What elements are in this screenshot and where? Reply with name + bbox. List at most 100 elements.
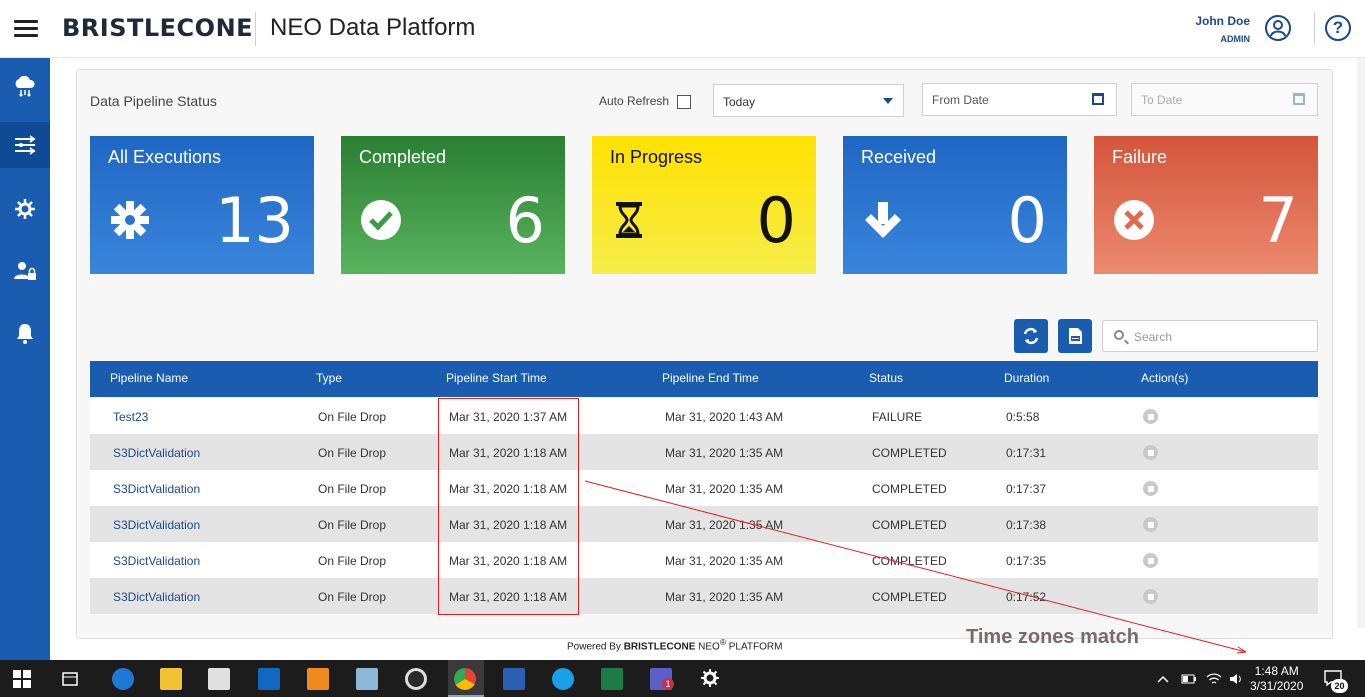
excel-icon[interactable] [601,668,623,690]
pipeline-duration: 0:17:52 [1006,590,1047,604]
stop-icon[interactable] [1143,481,1158,496]
sidebar-item-users[interactable] [0,248,50,294]
column-header[interactable]: Duration [1004,371,1049,385]
refresh-icon [1023,327,1039,345]
user-info[interactable]: John Doe ADMIN [1195,14,1250,44]
stop-icon[interactable] [1143,517,1158,532]
store-icon[interactable] [208,668,230,690]
user-avatar-icon[interactable] [1265,15,1291,41]
user-role: ADMIN [1220,34,1251,44]
calendar-icon[interactable] [1092,93,1104,105]
sidebar-item-configuration[interactable] [0,186,50,232]
export-button[interactable] [1058,319,1092,353]
page-scrollbar[interactable] [1357,58,1365,628]
settings-gear-icon[interactable] [700,668,720,688]
volume-icon[interactable] [1228,672,1244,686]
column-header[interactable]: Pipeline Name [110,371,188,385]
auto-refresh-label: Auto Refresh [599,94,670,108]
pipeline-name-link[interactable]: Test23 [113,410,148,424]
top-bar: BRISTLECONE NEO Data Platform John Doe A… [0,0,1365,58]
skype-icon[interactable] [552,668,574,690]
notification-count-badge: 20 [1331,679,1348,693]
column-header[interactable]: Pipeline Start Time [446,371,547,385]
table-row: S3DictValidation On File Drop Mar 31, 20… [90,506,1318,542]
search-placeholder: Search [1134,330,1173,344]
auto-refresh-checkbox[interactable] [677,95,691,109]
card-all-executions[interactable]: All Executions 13 [90,136,314,274]
chevron-up-icon[interactable] [1157,674,1169,684]
cloud-data-icon [15,75,35,97]
search-input[interactable]: Search [1102,320,1318,352]
column-header: Action(s) [1141,371,1189,385]
export-file-icon [1069,328,1082,344]
card-failure[interactable]: Failure 7 [1094,136,1318,274]
pipeline-name-link[interactable]: S3DictValidation [113,518,200,532]
pipeline-name-link[interactable]: S3DictValidation [113,590,200,604]
settings-sync-icon [15,199,35,219]
registered-mark: ® [719,637,726,647]
from-date-field[interactable]: From Date [922,83,1117,116]
pipeline-type: On File Drop [318,410,387,424]
column-header[interactable]: Status [869,371,903,385]
teams-icon[interactable]: 1 [650,668,674,690]
powered-brand: BRISTLECONE [623,641,696,653]
divider [1314,12,1315,44]
arrow-down-icon [865,202,901,238]
column-header[interactable]: Pipeline End Time [662,371,759,385]
pipeline-status: COMPLETED [872,590,947,604]
card-title: Completed [359,147,447,167]
hamburger-menu-icon[interactable] [14,20,38,38]
teams-badge: 1 [662,678,674,690]
stop-icon[interactable] [1143,445,1158,460]
battery-icon[interactable] [1181,674,1197,684]
card-count: 13 [215,184,294,257]
stop-icon[interactable] [1143,553,1158,568]
powered-prefix: Powered By [567,641,621,653]
chrome-icon[interactable] [454,668,476,690]
pipeline-end-time: Mar 31, 2020 1:35 AM [665,518,784,532]
sidebar-item-notifications[interactable] [0,310,50,356]
card-count: 7 [1258,184,1298,257]
card-title: Received [861,147,937,167]
card-completed[interactable]: Completed 6 [341,136,565,274]
column-header[interactable]: Type [316,371,342,385]
pipeline-name-link[interactable]: S3DictValidation [113,554,200,568]
app-icon[interactable] [307,668,329,690]
table-header: Pipeline Name Type Pipeline Start Time P… [90,361,1318,397]
edge-browser-icon[interactable] [112,668,134,690]
system-clock[interactable]: 1:48 AM 3/31/2020 [1250,664,1303,694]
word-icon[interactable] [503,668,525,690]
clock-date: 3/31/2020 [1250,679,1304,693]
table-row: S3DictValidation On File Drop Mar 31, 20… [90,434,1318,470]
stop-icon[interactable] [1143,409,1158,424]
sidebar-item-data[interactable] [0,62,50,108]
table-row: Test23 On File Drop Mar 31, 2020 1:37 AM… [90,398,1318,434]
card-title: Failure [1112,147,1168,167]
pipeline-duration: 0:17:31 [1006,446,1047,460]
to-date-field[interactable]: To Date [1131,83,1318,116]
stop-icon[interactable] [1143,589,1158,604]
brand-logo: BRISTLECONE [62,14,254,42]
task-view-icon[interactable] [61,670,79,688]
sidebar-item-pipelines[interactable] [0,122,50,168]
windows-start-icon[interactable] [13,670,31,688]
help-icon[interactable]: ? [1325,15,1351,41]
card-received[interactable]: Received 0 [843,136,1067,274]
pipeline-end-time: Mar 31, 2020 1:43 AM [665,410,784,424]
powered-by-footer: Powered By BRISTLECONE NEO® PLATFORM [567,637,782,652]
refresh-button[interactable] [1014,319,1048,353]
notes-icon[interactable] [356,668,378,690]
outlook-icon[interactable] [258,668,280,690]
pipeline-name-link[interactable]: S3DictValidation [113,482,200,496]
card-in-progress[interactable]: In Progress 0 [592,136,816,274]
pipeline-duration: 0:5:58 [1006,410,1040,424]
pipeline-name-link[interactable]: S3DictValidation [113,446,200,460]
pipeline-status: COMPLETED [872,554,947,568]
app-icon[interactable] [405,668,427,690]
wifi-icon[interactable] [1206,672,1222,686]
pipeline-end-time: Mar 31, 2020 1:35 AM [665,590,784,604]
file-explorer-icon[interactable] [160,668,182,690]
date-range-select[interactable]: Today [713,84,904,117]
to-date-placeholder: To Date [1141,93,1183,107]
calendar-icon[interactable] [1293,93,1305,105]
